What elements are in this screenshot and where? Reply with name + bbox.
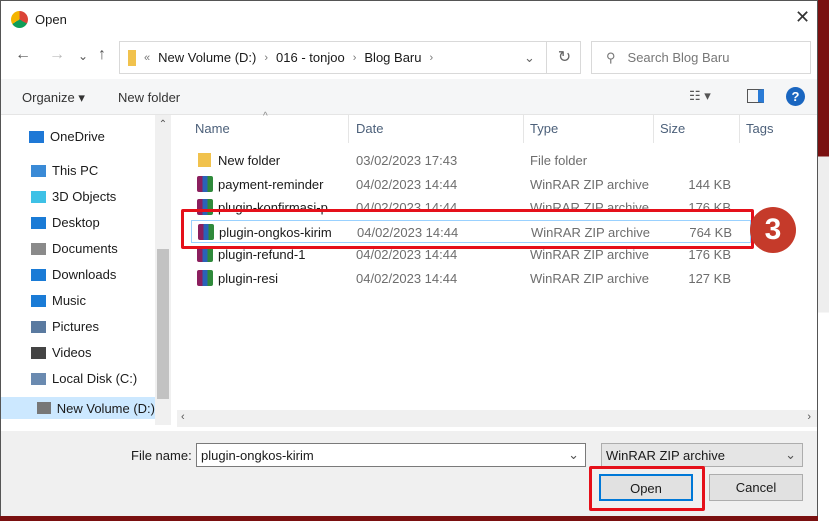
file-name: plugin-refund-1	[218, 247, 306, 262]
cancel-button[interactable]: Cancel	[709, 474, 803, 501]
file-row[interactable]: payment-reminder 04/02/2023 14:44 WinRAR Z…	[191, 173, 751, 196]
sidebar-item[interactable]: Local Disk (C:)	[31, 371, 137, 386]
sidebar-scroll-thumb[interactable]	[157, 249, 169, 399]
navigation-pane: OneDrive This PC 3D Objects Desktop Document…	[1, 115, 171, 431]
sidebar-item-label: Downloads	[52, 267, 117, 282]
cube-icon	[31, 190, 46, 203]
sidebar-item[interactable]: Documents	[31, 241, 118, 256]
background-window	[818, 0, 829, 521]
folder-icon	[198, 153, 211, 167]
column-type[interactable]: Type	[524, 115, 654, 143]
up-button[interactable]: ↑	[98, 46, 106, 64]
column-name[interactable]: Name	[189, 115, 349, 143]
folder-icon	[128, 49, 136, 66]
recent-locations-button[interactable]: ⌄	[78, 49, 88, 63]
open-dialog: Open ✕ ← → ⌄ ↑ « New Volume (D:) › 016 - …	[0, 0, 818, 516]
document-icon	[31, 242, 46, 255]
horizontal-scrollbar[interactable]: ‹ ›	[177, 410, 817, 427]
sidebar-item[interactable]: OneDrive	[29, 129, 105, 144]
file-size: 176 KB	[688, 247, 731, 262]
file-date: 04/02/2023 14:44	[356, 176, 458, 192]
file-size: 127 KB	[688, 270, 731, 286]
video-icon	[31, 346, 46, 359]
file-type-value: WinRAR ZIP archive	[606, 448, 725, 463]
desktop-icon	[31, 216, 46, 229]
sidebar-item-label: Documents	[52, 241, 118, 256]
step-badge: 3	[750, 207, 796, 253]
organize-button[interactable]: Organize ▾	[22, 90, 85, 106]
preview-pane-button[interactable]	[747, 89, 764, 103]
file-type: File folder	[530, 153, 588, 168]
refresh-button[interactable]: ↻	[546, 42, 582, 73]
sidebar-item-label: 3D Objects	[52, 189, 117, 204]
sidebar-item[interactable]: Pictures	[31, 319, 99, 334]
sidebar-item-label: Desktop	[52, 215, 100, 230]
winrar-icon	[197, 269, 213, 286]
pictures-icon	[31, 320, 46, 333]
file-date: 03/02/2023 17:43	[356, 153, 458, 168]
address-bar[interactable]: « New Volume (D:) › 016 - tonjoo › Blog Ba…	[119, 41, 581, 74]
sidebar-item-label: New Volume (D:)	[56, 400, 155, 416]
sidebar-item-label: This PC	[52, 163, 99, 178]
drive-icon	[37, 402, 51, 414]
file-date: 04/02/2023 14:44	[356, 270, 458, 286]
file-type-select[interactable]: WinRAR ZIP archive ⌄	[601, 443, 803, 467]
column-tags[interactable]: Tags	[740, 115, 817, 143]
toolbar: Organize ▾ New folder ☷ ▾ ?	[1, 79, 817, 115]
download-icon	[31, 268, 46, 281]
sidebar-item[interactable]: Downloads	[31, 267, 116, 282]
file-name-label: File name:	[131, 448, 192, 463]
file-name: payment-reminder	[218, 176, 324, 192]
breadcrumb-016-tonjoo[interactable]: 016 - tonjoo	[276, 50, 345, 65]
back-button[interactable]: ←	[15, 46, 31, 64]
column-size[interactable]: Size	[654, 115, 740, 143]
sidebar-item[interactable]: Music	[31, 293, 86, 308]
file-name: plugin-resi	[218, 270, 278, 286]
chrome-icon	[11, 11, 28, 28]
overflow-chevron[interactable]: «	[144, 52, 150, 64]
file-name: New folder	[218, 153, 281, 168]
file-row[interactable]: New folder 03/02/2023 17:43 File folder	[191, 149, 751, 172]
address-dropdown[interactable]: ⌄	[524, 50, 535, 66]
highlight-selected-file	[181, 209, 754, 249]
search-icon: ⚲	[606, 49, 616, 65]
breadcrumb-new-volume[interactable]: New Volume (D:)	[158, 50, 256, 65]
file-name-input[interactable]: plugin-ongkos-kirim ⌄	[196, 443, 586, 467]
help-button[interactable]: ?	[786, 87, 805, 106]
cloud-icon	[29, 130, 44, 143]
file-type: WinRAR ZIP archive	[530, 270, 649, 286]
sidebar-item[interactable]: New Volume (D:)	[1, 397, 155, 419]
music-icon	[31, 294, 46, 307]
close-button[interactable]: ✕	[795, 7, 810, 28]
file-size: 144 KB	[688, 176, 731, 192]
sidebar-item[interactable]: Videos	[31, 345, 92, 360]
view-options-button[interactable]: ☷ ▾	[689, 88, 711, 104]
file-row[interactable]: plugin-resi 04/02/2023 14:44 WinRAR ZIP ar…	[191, 267, 751, 290]
sidebar-item-label: Videos	[52, 345, 92, 360]
dialog-title: Open	[35, 12, 67, 27]
sidebar-item[interactable]: Desktop	[31, 215, 100, 230]
sidebar-item-label: Pictures	[52, 319, 99, 334]
column-date[interactable]: Date	[350, 115, 524, 143]
sidebar-item-label: Music	[52, 293, 86, 308]
search-placeholder: Search Blog Baru	[627, 50, 730, 65]
file-name-value: plugin-ongkos-kirim	[201, 448, 314, 463]
computer-icon	[31, 164, 46, 177]
breadcrumb-blog-baru[interactable]: Blog Baru	[364, 50, 421, 65]
sidebar-item[interactable]: 3D Objects	[31, 189, 116, 204]
file-date: 04/02/2023 14:44	[356, 247, 458, 262]
forward-button[interactable]: →	[49, 46, 65, 64]
search-input[interactable]: ⚲ Search Blog Baru	[591, 41, 811, 74]
winrar-icon	[197, 175, 213, 192]
file-type: WinRAR ZIP archive	[530, 247, 649, 262]
sort-ascending-icon: ^	[263, 111, 268, 122]
sidebar-item-label: Local Disk (C:)	[52, 371, 138, 386]
new-folder-button[interactable]: New folder	[118, 90, 180, 105]
sidebar-item-label: OneDrive	[50, 129, 105, 144]
drive-icon	[31, 372, 46, 385]
file-type: WinRAR ZIP archive	[530, 176, 649, 192]
highlight-open-button	[589, 466, 705, 511]
sidebar-item[interactable]: This PC	[31, 163, 98, 178]
